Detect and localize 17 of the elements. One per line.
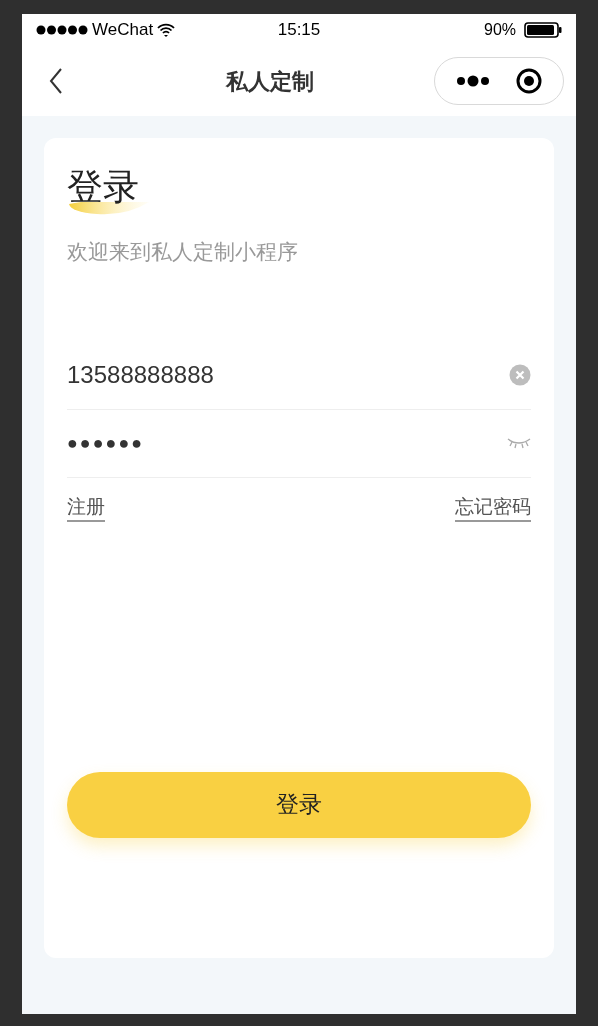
login-button[interactable]: 登录 [67, 771, 531, 838]
status-time: 15:15 [277, 19, 321, 42]
wifi-icon [157, 23, 176, 37]
phone-value: 13588888888 [67, 360, 215, 390]
signal-icon [36, 25, 88, 35]
back-icon [49, 68, 63, 94]
login-heading: 登录 [67, 168, 139, 206]
phone-field[interactable]: 13588888888 [67, 341, 531, 410]
welcome-text: 欢迎来到私人定制小程序 [67, 239, 299, 265]
battery-percent: 90% [484, 20, 516, 40]
register-link[interactable]: 注册 [67, 493, 105, 522]
password-value: ●●●●●● [67, 431, 146, 455]
battery-icon [524, 22, 562, 38]
password-field[interactable]: ●●●●●● [67, 409, 531, 478]
page-title: 私人定制 [226, 67, 314, 96]
forgot-password-link[interactable]: 忘记密码 [455, 493, 531, 522]
carrier-name: WeChat [92, 19, 154, 42]
